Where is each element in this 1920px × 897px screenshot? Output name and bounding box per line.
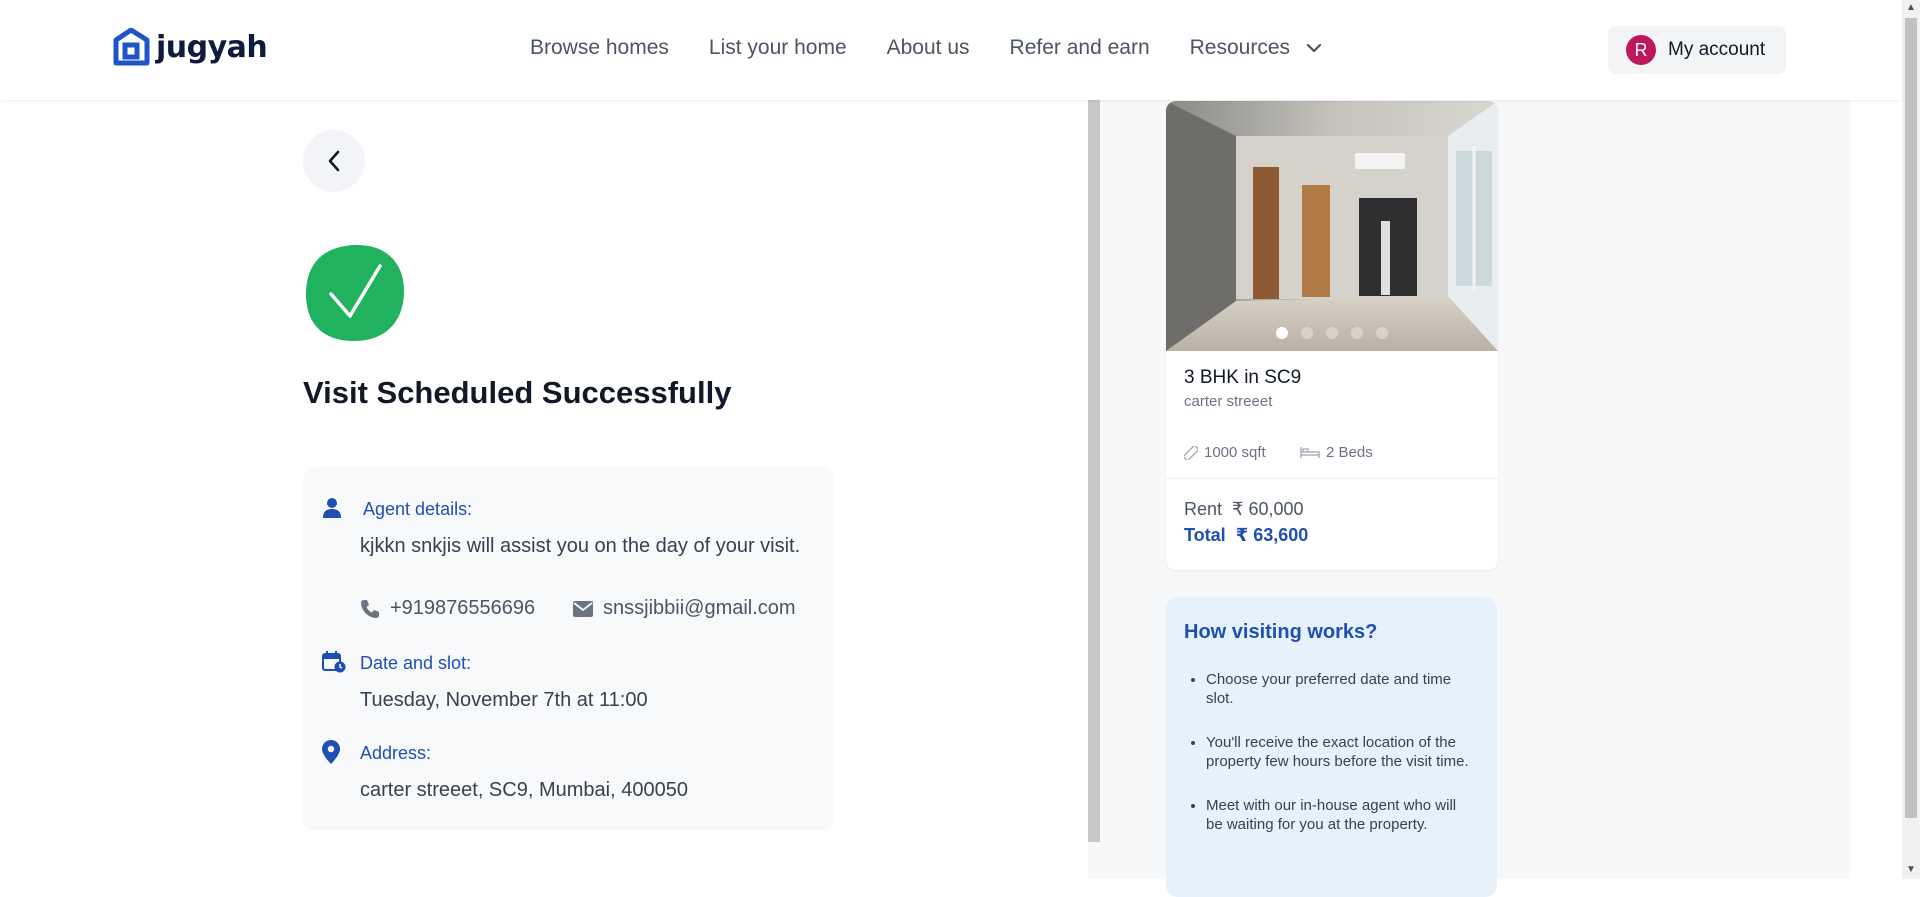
how-visiting-steps: Choose your preferred date and time slot… xyxy=(1206,670,1471,859)
agent-phone[interactable]: +919876556696 xyxy=(360,597,535,620)
calendar-clock-icon xyxy=(322,651,346,673)
logo-text: jugyah xyxy=(156,29,268,65)
scroll-up-icon[interactable]: ▲ xyxy=(1906,2,1916,13)
property-beds: 2 Beds xyxy=(1300,444,1373,461)
back-button[interactable] xyxy=(303,130,365,192)
address-text: carter streeet, SC9, Mumbai, 400050 xyxy=(360,779,688,801)
envelope-icon xyxy=(573,600,593,617)
nav-about-us[interactable]: About us xyxy=(887,36,970,60)
nav-resources[interactable]: Resources xyxy=(1190,36,1322,60)
list-item: Meet with our in-house agent who will be… xyxy=(1206,796,1471,834)
scroll-down-icon[interactable]: ▼ xyxy=(1906,864,1916,875)
how-visiting-title: How visiting works? xyxy=(1184,621,1378,643)
phone-icon xyxy=(361,599,379,618)
top-header: jugyah Browse homes List your home About… xyxy=(0,0,1902,100)
bed-icon xyxy=(1300,447,1320,458)
property-title: 3 BHK in SC9 xyxy=(1184,367,1302,388)
carousel-dot[interactable] xyxy=(1276,327,1288,339)
rent-label: Rent xyxy=(1184,499,1223,519)
property-beds-text: 2 Beds xyxy=(1326,444,1373,461)
carousel-dot[interactable] xyxy=(1376,327,1388,339)
date-slot-heading: Date and slot: xyxy=(360,653,472,673)
my-account-label: My account xyxy=(1668,39,1766,60)
rent-value: ₹ 60,000 xyxy=(1232,499,1304,519)
page-scrollbar-thumb[interactable] xyxy=(1905,18,1917,818)
carousel-dot[interactable] xyxy=(1326,327,1338,339)
agent-phone-text: +919876556696 xyxy=(390,597,536,619)
date-slot-text: Tuesday, November 7th at 11:00 xyxy=(360,689,648,711)
carousel-dot[interactable] xyxy=(1351,327,1363,339)
photo-carousel-dots xyxy=(1276,327,1388,339)
card-divider xyxy=(1166,478,1498,479)
property-subtitle: carter streeet xyxy=(1184,393,1273,410)
property-card[interactable]: 3 BHK in SC9 carter streeet 1000 sqft 2 … xyxy=(1166,101,1498,570)
chevron-left-icon xyxy=(328,150,340,172)
list-item: Choose your preferred date and time slot… xyxy=(1206,670,1471,708)
agent-email[interactable]: snssjibbii@gmail.com xyxy=(573,597,796,620)
agent-details-text: kjkkn snkjis will assist you on the day … xyxy=(360,535,801,557)
property-area-text: 1000 sqft xyxy=(1204,444,1266,461)
total-label: Total xyxy=(1184,525,1226,545)
carousel-dot[interactable] xyxy=(1301,327,1313,339)
nav-resources-label: Resources xyxy=(1189,36,1291,59)
list-item: You'll receive the exact location of the… xyxy=(1206,733,1471,771)
total-row: Total ₹ 63,600 xyxy=(1184,525,1308,546)
panel-scrollbar[interactable] xyxy=(1088,100,1100,842)
main-nav: Browse homes List your home About us Ref… xyxy=(530,36,1322,60)
how-visiting-works-panel: How visiting works? Choose your preferre… xyxy=(1166,597,1497,897)
avatar: R xyxy=(1626,35,1656,65)
location-pin-icon xyxy=(322,740,340,764)
room-photo-image xyxy=(1166,101,1498,351)
nav-list-your-home[interactable]: List your home xyxy=(709,36,847,60)
agent-email-text: snssjibbii@gmail.com xyxy=(603,597,796,619)
visit-details-card: Agent details: kjkkn snkjis will assist … xyxy=(303,467,834,831)
success-check-icon xyxy=(306,244,404,341)
house-logo-icon xyxy=(113,28,150,66)
property-area: 1000 sqft xyxy=(1184,444,1266,461)
user-icon xyxy=(323,498,341,518)
ruler-icon xyxy=(1184,445,1198,460)
address-heading: Address: xyxy=(360,743,432,763)
property-photo[interactable] xyxy=(1166,101,1498,351)
rent-row: Rent ₹ 60,000 xyxy=(1184,499,1304,520)
logo[interactable]: jugyah xyxy=(112,28,268,66)
chevron-down-icon xyxy=(1306,43,1322,53)
my-account-button[interactable]: R My account xyxy=(1608,26,1786,74)
nav-browse-homes[interactable]: Browse homes xyxy=(530,36,669,60)
total-value: ₹ 63,600 xyxy=(1235,525,1309,545)
page-title: Visit Scheduled Successfully xyxy=(303,375,732,410)
page-scrollbar[interactable]: ▲ ▼ xyxy=(1902,0,1920,879)
nav-refer-and-earn[interactable]: Refer and earn xyxy=(1010,36,1150,60)
agent-details-heading: Agent details: xyxy=(363,499,473,519)
